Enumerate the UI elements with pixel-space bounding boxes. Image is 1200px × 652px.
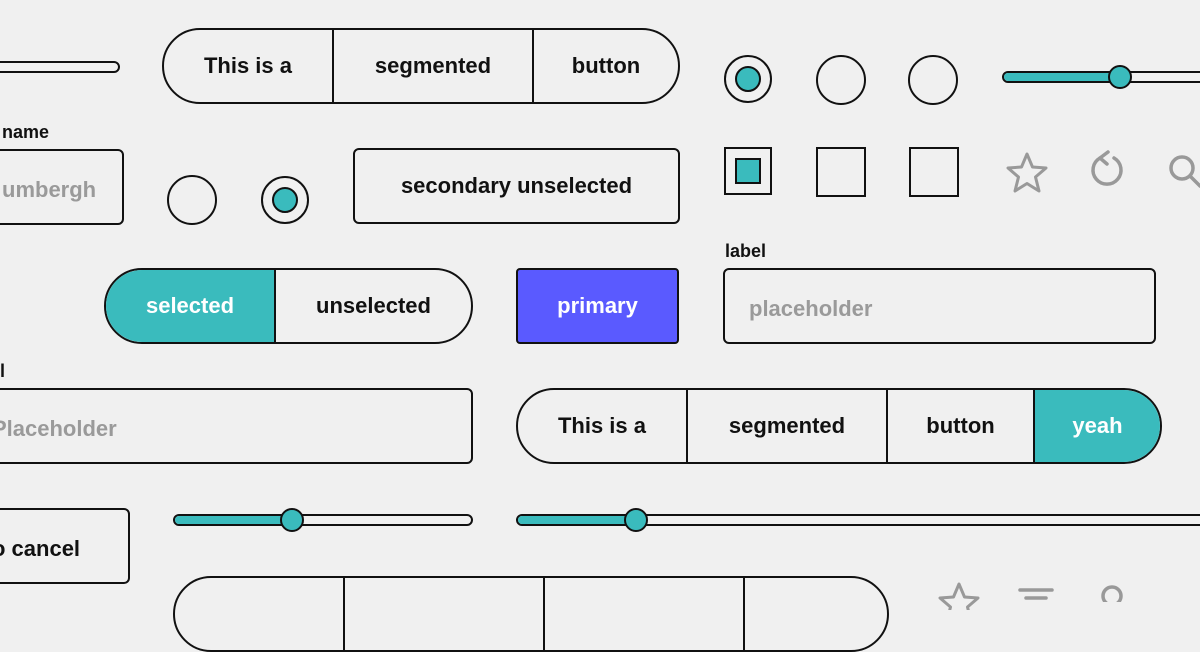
radio-dot xyxy=(272,187,298,213)
slider-thumb-small[interactable] xyxy=(280,508,304,532)
segmented-control-mid[interactable]: This is a segmented button yeah xyxy=(516,388,1162,464)
primary-button[interactable]: primary xyxy=(516,268,679,344)
segmented-control-bottom[interactable] xyxy=(173,576,889,652)
radio-selected-top[interactable] xyxy=(724,55,772,103)
slider-thumb-top-right[interactable] xyxy=(1108,65,1132,89)
checkbox-unchecked-2[interactable] xyxy=(909,147,959,197)
label-field-label: label xyxy=(725,241,767,261)
secondary-unselected-button[interactable]: secondary unselected xyxy=(353,148,680,224)
label-field[interactable]: placeholder xyxy=(723,268,1156,344)
segment-segmented[interactable]: segmented xyxy=(688,390,888,462)
slider-top-left[interactable] xyxy=(0,61,120,73)
filter-icon[interactable] xyxy=(1016,586,1056,606)
user-icon[interactable] xyxy=(1094,582,1130,602)
left-field-label: el xyxy=(0,361,6,381)
segment-2[interactable] xyxy=(345,578,545,650)
primary-button-label: primary xyxy=(557,293,638,318)
checkbox-mark xyxy=(735,158,761,184)
radio-unselected-mid[interactable] xyxy=(167,175,217,225)
left-field[interactable]: Placeholder xyxy=(0,388,473,464)
slider-fill xyxy=(1004,73,1124,81)
slider-thumb-wide[interactable] xyxy=(624,508,648,532)
segment-button[interactable]: button xyxy=(888,390,1035,462)
cancel-button[interactable]: o cancel xyxy=(0,508,130,584)
toggle-selected[interactable]: selected xyxy=(106,270,276,342)
radio-dot xyxy=(735,66,761,92)
slider-fill xyxy=(175,516,295,524)
secondary-button-label: secondary unselected xyxy=(400,173,633,198)
left-field-placeholder: Placeholder xyxy=(0,416,117,441)
segment-segmented[interactable]: segmented xyxy=(334,30,534,102)
label-field-placeholder: placeholder xyxy=(749,296,873,321)
segmented-control-top[interactable]: This is a segmented button xyxy=(162,28,680,104)
slider-small[interactable] xyxy=(173,514,473,526)
star-icon[interactable] xyxy=(1004,150,1050,196)
segment-button[interactable]: button xyxy=(534,30,678,102)
toggle-selected-unselected[interactable]: selected unselected xyxy=(104,268,473,344)
refresh-icon[interactable] xyxy=(1084,148,1128,192)
checkbox-checked[interactable] xyxy=(724,147,772,195)
segment-this-is-a[interactable]: This is a xyxy=(164,30,334,102)
segment-3[interactable] xyxy=(545,578,745,650)
star-icon[interactable] xyxy=(936,580,982,610)
segment-4[interactable] xyxy=(745,578,887,650)
segment-1[interactable] xyxy=(175,578,345,650)
radio-selected-mid[interactable] xyxy=(261,176,309,224)
segment-yeah[interactable]: yeah xyxy=(1035,390,1160,462)
segment-this-is-a[interactable]: This is a xyxy=(518,390,688,462)
radio-unselected-top-2[interactable] xyxy=(908,55,958,105)
name-field-label: name xyxy=(2,122,50,142)
radio-unselected-top-1[interactable] xyxy=(816,55,866,105)
checkbox-unchecked-1[interactable] xyxy=(816,147,866,197)
name-field-placeholder: umbergh xyxy=(2,177,97,202)
search-icon[interactable] xyxy=(1166,152,1200,192)
slider-wide[interactable] xyxy=(516,514,1200,526)
cancel-button-label: o cancel xyxy=(0,536,81,561)
slider-top-right[interactable] xyxy=(1002,71,1200,83)
slider-fill xyxy=(518,516,638,524)
name-field[interactable]: umbergh xyxy=(0,149,124,225)
toggle-unselected[interactable]: unselected xyxy=(276,270,471,342)
